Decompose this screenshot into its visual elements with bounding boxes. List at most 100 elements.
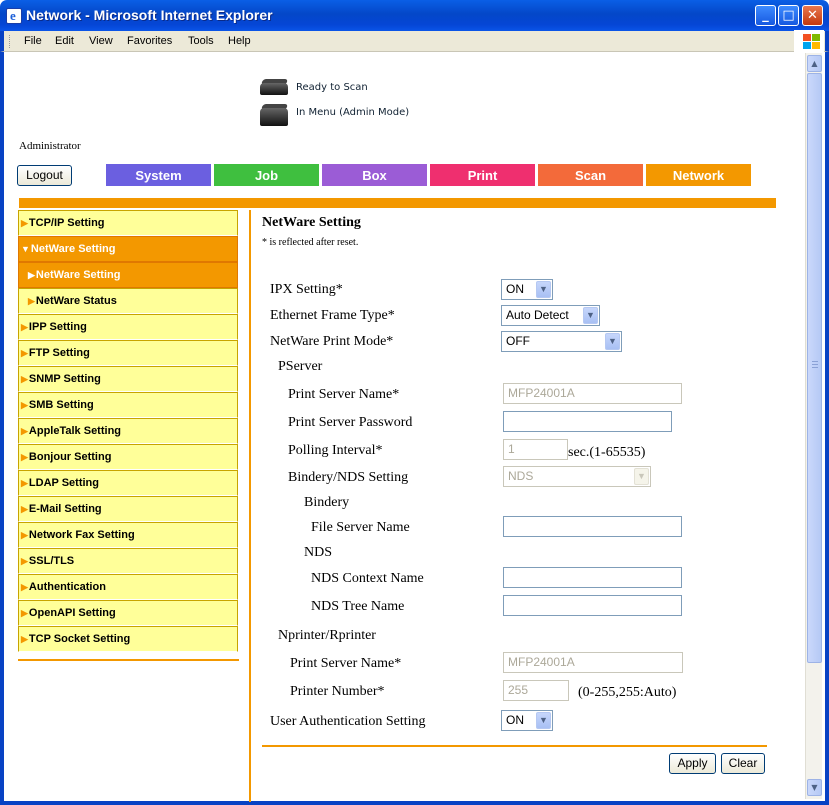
window-border-right — [825, 52, 829, 805]
nav-netware-status[interactable]: ▶NetWare Status — [18, 288, 238, 314]
arrow-right-icon: ▶ — [21, 374, 28, 384]
nds-tree-input[interactable] — [503, 595, 682, 616]
minimize-button[interactable]: _ — [755, 5, 776, 26]
scan-status: Ready to Scan — [296, 82, 368, 93]
nav-label: TCP/IP Setting — [28, 217, 105, 229]
nav-ldap-setting[interactable]: ▶LDAP Setting — [18, 470, 238, 496]
printer-number-label: Printer Number* — [290, 684, 385, 699]
bindery-heading: Bindery — [304, 495, 350, 510]
np-server-label: Print Server Name* — [290, 656, 402, 671]
clear-button[interactable]: Clear — [721, 753, 765, 774]
nds-tree-label: NDS Tree Name — [311, 599, 405, 614]
tab-job[interactable]: Job — [213, 163, 320, 187]
nav-label: NetWare Status — [35, 295, 117, 307]
arrow-right-icon: ▶ — [21, 556, 28, 566]
ps-name-input[interactable]: MFP24001A — [503, 383, 682, 404]
ipx-setting-value: ON — [506, 282, 524, 296]
tab-network[interactable]: Network — [645, 163, 752, 187]
printer-icon — [259, 103, 289, 127]
window-border-left — [0, 52, 4, 805]
nav-label: LDAP Setting — [28, 477, 99, 489]
scroll-down-button[interactable]: ▼ — [807, 779, 822, 796]
nav-label: Authentication — [28, 581, 106, 593]
nav-tcpip-setting[interactable]: ▶TCP/IP Setting — [18, 210, 238, 236]
arrow-right-icon: ▶ — [21, 426, 28, 436]
bindery-nds-select[interactable]: NDS ▼ — [503, 466, 651, 487]
nav-ssl-tls[interactable]: ▶SSL/TLS — [18, 548, 238, 574]
reset-note: * is reflected after reset. — [262, 237, 359, 248]
menu-tools[interactable]: Tools — [188, 35, 214, 47]
arrow-right-icon: ▶ — [21, 348, 28, 358]
bindery-nds-value: NDS — [508, 469, 534, 483]
ipx-setting-select[interactable]: ON ▼ — [501, 279, 553, 300]
close-button[interactable]: ✕ — [802, 5, 823, 26]
column-divider — [249, 210, 251, 802]
nav-ftp-setting[interactable]: ▶FTP Setting — [18, 340, 238, 366]
menu-bar: File Edit View Favorites Tools Help — [0, 30, 829, 52]
polling-interval-input[interactable]: 1 — [503, 439, 568, 460]
nav-smb-setting[interactable]: ▶SMB Setting — [18, 392, 238, 418]
maximize-button[interactable]: □ — [778, 5, 799, 26]
np-server-input[interactable]: MFP24001A — [503, 652, 683, 673]
frame-type-label: Ethernet Frame Type* — [270, 308, 395, 323]
nav-label: IPP Setting — [28, 321, 87, 333]
nav-appletalk-setting[interactable]: ▶AppleTalk Setting — [18, 418, 238, 444]
arrow-right-icon: ▶ — [28, 296, 35, 306]
frame-type-value: Auto Detect — [506, 308, 569, 322]
nav-label: FTP Setting — [28, 347, 90, 359]
menu-help[interactable]: Help — [228, 35, 251, 47]
tab-scan[interactable]: Scan — [537, 163, 644, 187]
nav-openapi-setting[interactable]: ▶OpenAPI Setting — [18, 600, 238, 626]
arrow-right-icon: ▶ — [21, 478, 28, 488]
nds-context-input[interactable] — [503, 567, 682, 588]
vertical-scrollbar[interactable]: ▲ ▼ — [805, 53, 822, 799]
nav-snmp-setting[interactable]: ▶SNMP Setting — [18, 366, 238, 392]
nav-bonjour-setting[interactable]: ▶Bonjour Setting — [18, 444, 238, 470]
windows-logo-icon — [794, 30, 824, 52]
ps-password-label: Print Server Password — [288, 415, 413, 430]
scroll-up-button[interactable]: ▲ — [807, 55, 822, 72]
nav-label: AppleTalk Setting — [28, 425, 122, 437]
print-mode-select[interactable]: OFF ▼ — [501, 331, 622, 352]
nav-ipp-setting[interactable]: ▶IPP Setting — [18, 314, 238, 340]
frame-type-select[interactable]: Auto Detect ▼ — [501, 305, 600, 326]
apply-button[interactable]: Apply — [669, 753, 716, 774]
arrow-right-icon: ▶ — [21, 634, 28, 644]
chevron-down-icon: ▼ — [536, 712, 551, 729]
nav-authentication[interactable]: ▶Authentication — [18, 574, 238, 600]
tab-system[interactable]: System — [105, 163, 212, 187]
menu-view[interactable]: View — [89, 35, 113, 47]
tab-box[interactable]: Box — [321, 163, 428, 187]
nav-label: OpenAPI Setting — [28, 607, 116, 619]
menu-edit[interactable]: Edit — [55, 35, 74, 47]
nav-netware-setting-sub[interactable]: ▶NetWare Setting — [18, 262, 238, 288]
ps-password-input[interactable] — [503, 411, 672, 432]
nav-netware-setting[interactable]: ▼NetWare Setting — [18, 236, 238, 262]
print-mode-label: NetWare Print Mode* — [270, 334, 394, 349]
chevron-down-icon: ▼ — [583, 307, 598, 324]
chevron-down-icon: ▼ — [536, 281, 551, 298]
nav-label: E-Mail Setting — [28, 503, 102, 515]
menu-status: In Menu (Admin Mode) — [296, 107, 410, 118]
scroll-thumb[interactable] — [807, 73, 822, 663]
arrow-right-icon: ▶ — [21, 530, 28, 540]
window-title: Network - Microsoft Internet Explorer — [26, 7, 273, 23]
file-server-input[interactable] — [503, 516, 682, 537]
printer-number-input[interactable]: 255 — [503, 680, 569, 701]
file-server-label: File Server Name — [311, 520, 410, 535]
ps-name-label: Print Server Name* — [288, 387, 400, 402]
nav-network-fax-setting[interactable]: ▶Network Fax Setting — [18, 522, 238, 548]
tab-print[interactable]: Print — [429, 163, 536, 187]
pserver-heading: PServer — [278, 359, 323, 374]
menu-favorites[interactable]: Favorites — [127, 35, 172, 47]
nav-email-setting[interactable]: ▶E-Mail Setting — [18, 496, 238, 522]
logout-button[interactable]: Logout — [17, 165, 72, 186]
ie-icon: e — [6, 8, 22, 24]
nav-tcp-socket-setting[interactable]: ▶TCP Socket Setting — [18, 626, 238, 652]
menu-file[interactable]: File — [24, 35, 42, 47]
page-title: NetWare Setting — [262, 215, 361, 230]
bindery-nds-label: Bindery/NDS Setting — [288, 470, 409, 485]
arrow-down-icon: ▼ — [21, 244, 30, 254]
nav-label: NetWare Setting — [30, 243, 116, 255]
user-auth-select[interactable]: ON ▼ — [501, 710, 553, 731]
